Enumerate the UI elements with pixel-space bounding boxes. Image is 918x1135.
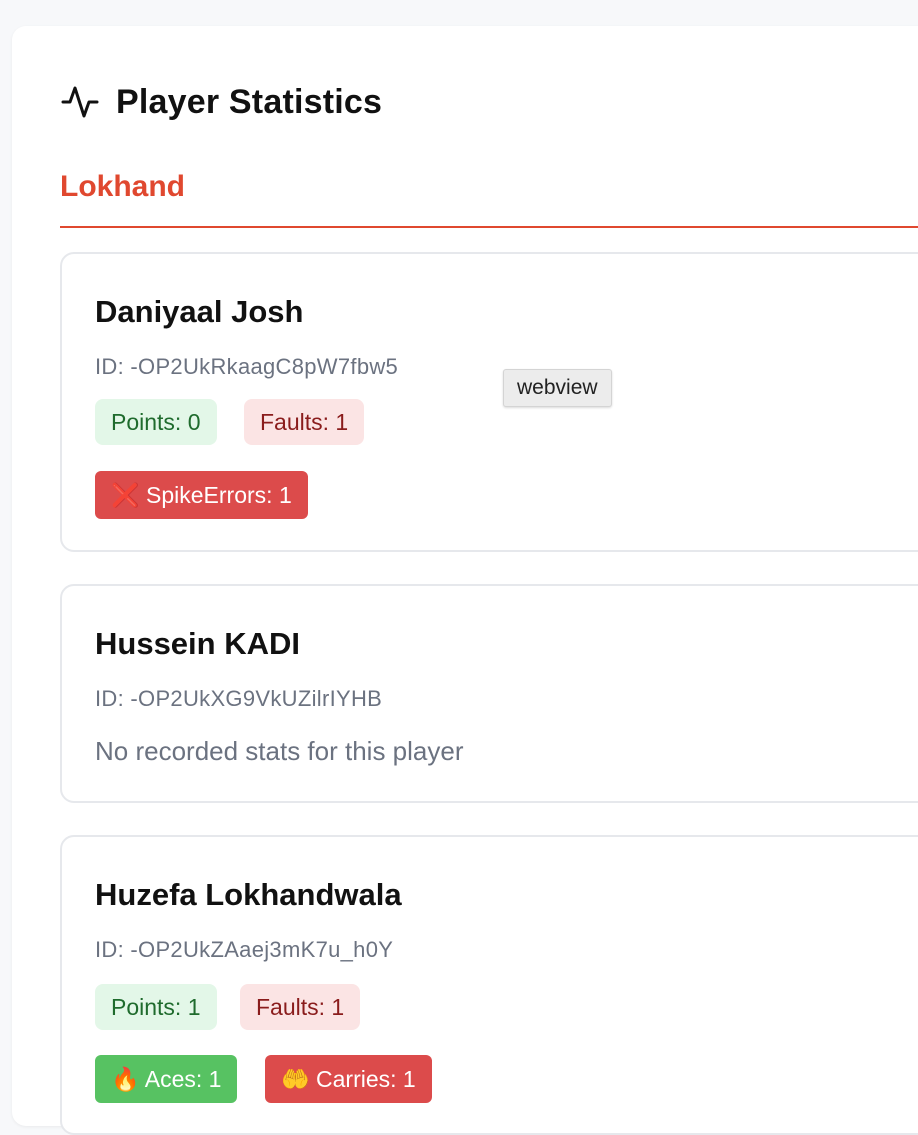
team-name: Lokhand xyxy=(60,170,185,203)
webview-tooltip: webview xyxy=(503,369,612,407)
carries-tag: 🤲 Carries: 1 xyxy=(265,1055,432,1103)
player-name: Huzefa Lokhandwala xyxy=(95,877,402,912)
page-title: Player Statistics xyxy=(116,82,383,121)
player-name: Hussein KADI xyxy=(95,626,300,661)
player-name: Daniyaal Josh xyxy=(95,294,304,329)
no-stats-message: No recorded stats for this player xyxy=(95,736,464,766)
player-id: ID: -OP2UkXG9VkUZilrIYHB xyxy=(95,686,383,711)
faults-badge: Faults: 1 xyxy=(240,984,361,1030)
points-badge: Points: 1 xyxy=(95,984,217,1030)
player-id: ID: -OP2UkRkaagC8pW7fbw5 xyxy=(95,354,399,379)
activity-icon xyxy=(61,86,99,118)
player-card: Hussein KADI ID: -OP2UkXG9VkUZilrIYHB No… xyxy=(60,584,918,803)
player-card: Daniyaal Josh ID: -OP2UkRkaagC8pW7fbw5 P… xyxy=(60,252,918,552)
team-tab-lokhand[interactable]: Lokhand xyxy=(60,168,918,228)
player-card: Huzefa Lokhandwala ID: -OP2UkZAaej3mK7u_… xyxy=(60,835,918,1135)
page-header: Player Statistics xyxy=(60,82,382,122)
spike-errors-tag: ❌ SpikeErrors: 1 xyxy=(95,471,308,519)
points-badge: Points: 0 xyxy=(95,399,217,445)
faults-badge: Faults: 1 xyxy=(244,399,365,445)
aces-tag: 🔥 Aces: 1 xyxy=(95,1055,238,1103)
player-id: ID: -OP2UkZAaej3mK7u_h0Y xyxy=(95,937,394,962)
